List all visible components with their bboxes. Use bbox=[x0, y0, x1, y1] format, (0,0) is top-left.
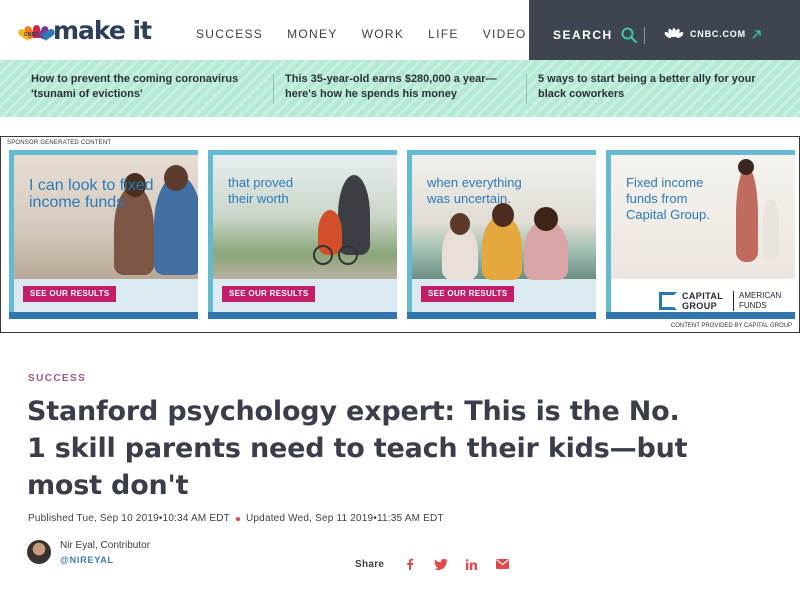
see-results-button[interactable]: SEE OUR RESULTS bbox=[222, 286, 316, 302]
trending-link-1[interactable]: How to prevent the coming coronavirus 't… bbox=[31, 72, 251, 102]
search-label: SEARCH bbox=[553, 28, 613, 42]
share-label: Share bbox=[355, 558, 385, 570]
ad-panel-4[interactable]: Fixed income funds from Capital Group. C… bbox=[606, 150, 795, 319]
article-dates: Published Tue, Sep 10 2019•10:34 AM EDT … bbox=[28, 513, 444, 524]
cnbc-peacock-icon: CNBC bbox=[16, 18, 57, 45]
see-results-button[interactable]: SEE OUR RESULTS bbox=[421, 286, 515, 302]
ad-caption: when everything was uncertain. bbox=[427, 175, 522, 206]
ad-panel-2[interactable]: that proved their worth SEE OUR RESULTS bbox=[208, 150, 397, 319]
american-funds-label: AMERICAN FUNDS bbox=[733, 291, 791, 311]
ad-panel-1[interactable]: I can look to fixed income funds SEE OUR… bbox=[9, 150, 198, 319]
email-icon[interactable] bbox=[495, 558, 510, 570]
capital-group-label: CAPITAL GROUP bbox=[682, 291, 723, 311]
capital-group-mark-icon bbox=[659, 292, 677, 310]
author-avatar[interactable] bbox=[27, 540, 51, 564]
nav-success[interactable]: SUCCESS bbox=[196, 27, 263, 41]
article-headline: Stanford psychology expert: This is the … bbox=[27, 396, 688, 501]
date-separator-dot bbox=[236, 516, 240, 521]
ad-caption: that proved their worth bbox=[228, 175, 294, 206]
header-separator bbox=[644, 27, 645, 44]
ad-photo bbox=[412, 155, 596, 280]
cnbc-com-label: CNBC.COM bbox=[690, 29, 746, 39]
site-header: CNBC make it SUCCESS MONEY WORK LIFE VID… bbox=[0, 0, 800, 60]
capital-group-logo: CAPITAL GROUP AMERICAN FUNDS bbox=[659, 291, 791, 311]
cnbc-mini-label: CNBC bbox=[24, 32, 39, 45]
facebook-icon[interactable] bbox=[402, 558, 417, 570]
published-date: Published Tue, Sep 10 2019•10:34 AM EDT bbox=[28, 513, 230, 524]
ad-panel-3[interactable]: when everything was uncertain. SEE OUR R… bbox=[407, 150, 596, 319]
see-results-button[interactable]: SEE OUR RESULTS bbox=[23, 286, 117, 302]
author-handle[interactable]: @NIREYAL bbox=[60, 555, 114, 565]
ad-photo bbox=[213, 155, 397, 279]
sponsored-ad[interactable]: SPONSOR GENERATED CONTENT I can look to … bbox=[0, 136, 800, 333]
logo-text: make it bbox=[53, 15, 152, 45]
trending-link-3[interactable]: 5 ways to start being a better ally for … bbox=[538, 72, 758, 102]
ad-caption: I can look to fixed income funds bbox=[29, 177, 154, 211]
trending-divider bbox=[526, 74, 527, 104]
nav-work[interactable]: WORK bbox=[362, 27, 405, 41]
twitter-icon[interactable] bbox=[433, 558, 448, 570]
trending-divider bbox=[273, 74, 274, 104]
trending-link-2[interactable]: This 35-year-old earns $280,000 a year—h… bbox=[285, 72, 505, 102]
make-it-logo[interactable]: CNBC make it bbox=[16, 14, 152, 46]
main-nav: SUCCESS MONEY WORK LIFE VIDEO bbox=[196, 27, 527, 41]
cnbc-com-link[interactable]: CNBC.COM bbox=[664, 27, 761, 41]
trending-strip: How to prevent the coming coronavirus 't… bbox=[0, 60, 800, 117]
search-button[interactable]: SEARCH bbox=[553, 27, 637, 43]
nav-video[interactable]: VIDEO bbox=[483, 27, 527, 41]
author-name[interactable]: Nir Eyal, Contributor bbox=[60, 540, 150, 551]
ad-caption: Fixed income funds from Capital Group. bbox=[626, 175, 710, 222]
linkedin-icon[interactable] bbox=[464, 558, 479, 570]
nav-life[interactable]: LIFE bbox=[428, 27, 459, 41]
nav-money[interactable]: MONEY bbox=[287, 27, 338, 41]
article-category[interactable]: SUCCESS bbox=[28, 373, 86, 384]
search-icon bbox=[621, 27, 637, 43]
share-bar: Share bbox=[355, 558, 510, 570]
external-arrow-icon bbox=[752, 29, 761, 38]
ad-photo bbox=[14, 155, 198, 279]
header-utility-bar: SEARCH CNBC.COM bbox=[529, 0, 800, 60]
cnbc-peacock-small-icon bbox=[664, 28, 684, 38]
sponsor-label: SPONSOR GENERATED CONTENT bbox=[7, 140, 112, 146]
provided-by-label: CONTENT PROVIDED BY CAPITAL GROUP bbox=[670, 323, 792, 329]
updated-date: Updated Wed, Sep 11 2019•11:35 AM EDT bbox=[246, 513, 444, 524]
